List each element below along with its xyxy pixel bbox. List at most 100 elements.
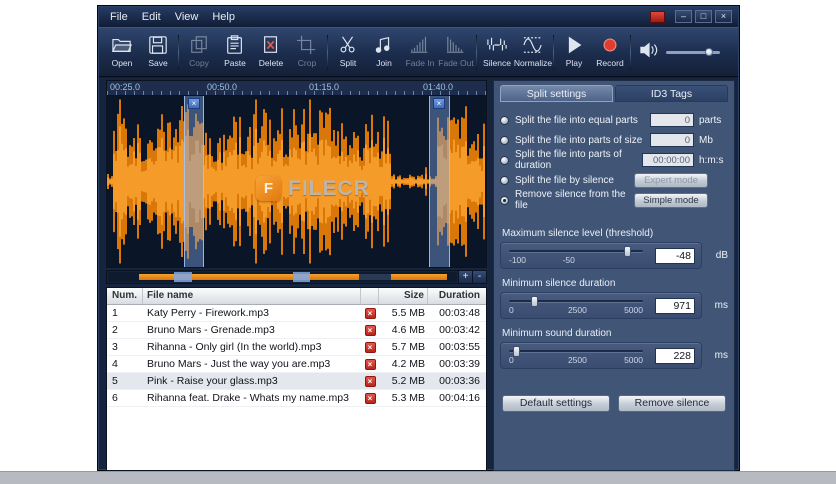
header-duration[interactable]: Duration	[428, 288, 486, 304]
menu-edit[interactable]: Edit	[142, 11, 161, 23]
zoom-in-button[interactable]: +	[458, 271, 472, 283]
open-button[interactable]: Open	[104, 31, 140, 74]
titlebar-red-button[interactable]	[650, 10, 665, 23]
slider-track[interactable]	[509, 246, 643, 257]
header-size[interactable]: Size	[379, 288, 428, 304]
file-row[interactable]: 1 Katy Perry - Firework.mp3 × 5.5 MB 00:…	[107, 305, 486, 322]
remove-file-icon[interactable]: ×	[364, 375, 376, 387]
minimize-button[interactable]: –	[675, 10, 692, 23]
file-list-header[interactable]: Num. File name Size Duration	[107, 288, 486, 305]
remove-file-icon[interactable]: ×	[364, 392, 376, 404]
radio-checked-icon[interactable]	[500, 195, 509, 205]
min-silence-unit: ms	[714, 300, 728, 311]
slider-track[interactable]	[509, 296, 643, 307]
radio-icon[interactable]	[500, 115, 509, 125]
remove-file-icon[interactable]: ×	[364, 358, 376, 370]
fade-out-button[interactable]: Fade Out	[438, 31, 474, 74]
fade-in-icon	[409, 33, 431, 57]
file-size-cell: 5.7 MB	[391, 341, 425, 353]
tab-id3-tags[interactable]: ID3 Tags	[615, 85, 728, 102]
record-button[interactable]: Record	[592, 31, 628, 74]
option-label: Split the file into parts of size	[515, 134, 643, 146]
file-size-cell: 5.5 MB	[391, 307, 425, 319]
marker-close-icon[interactable]: ×	[188, 98, 200, 109]
volume-slider[interactable]	[666, 48, 720, 56]
min-silence-value[interactable]	[655, 298, 695, 314]
option-split-by-silence[interactable]: Split the file by silence Expert mode	[500, 170, 728, 190]
close-button[interactable]: ×	[715, 10, 732, 23]
slider-track[interactable]	[509, 346, 643, 357]
option-unit: Mb	[699, 134, 713, 146]
min-sound-value[interactable]	[655, 348, 695, 364]
radio-icon[interactable]	[500, 175, 509, 185]
save-floppy-icon	[147, 33, 169, 57]
fade-in-button[interactable]: Fade In	[402, 31, 438, 74]
zoom-out-button[interactable]: -	[472, 271, 486, 283]
maximize-button[interactable]: □	[695, 10, 712, 23]
settings-panel: Split settings ID3 Tags Split the file i…	[493, 80, 735, 471]
paste-button[interactable]: Paste	[217, 31, 253, 74]
file-row[interactable]: 6 Rihanna feat. Drake - Whats my name.mp…	[107, 390, 486, 407]
copy-button[interactable]: Copy	[181, 31, 217, 74]
file-row[interactable]: 3 Rihanna - Only girl (In the world).mp3…	[107, 339, 486, 356]
time-tick: 01:15.0	[309, 82, 340, 92]
remove-file-icon[interactable]: ×	[364, 341, 376, 353]
timeline-ruler[interactable]: 00:25.0 00:50.0 01:15.0 01:40.0	[106, 80, 487, 95]
file-size-cell: 4.6 MB	[391, 324, 425, 336]
settings-tabs: Split settings ID3 Tags	[500, 85, 728, 102]
radio-icon[interactable]	[500, 135, 509, 145]
overview-strip[interactable]	[108, 272, 457, 282]
radio-icon[interactable]	[500, 155, 509, 165]
option-split-equal-parts[interactable]: Split the file into equal parts parts	[500, 110, 728, 130]
file-row[interactable]: 5 Pink - Raise your glass.mp3 × 5.2 MB 0…	[107, 373, 486, 390]
music-notes-icon	[373, 33, 395, 57]
remove-file-icon[interactable]: ×	[364, 307, 376, 319]
editor-column: 00:25.0 00:50.0 01:15.0 01:40.0 × × F FI…	[106, 80, 487, 471]
file-name-cell: Katy Perry - Firework.mp3	[147, 307, 269, 319]
delete-button[interactable]: Delete	[253, 31, 289, 74]
file-row[interactable]: 4 Bruno Mars - Just the way you are.mp3 …	[107, 356, 486, 373]
part-size-input[interactable]	[650, 133, 694, 147]
split-button[interactable]: Split	[330, 31, 366, 74]
menu-help[interactable]: Help	[212, 11, 235, 23]
selection-band[interactable]	[184, 96, 204, 267]
open-label: Open	[111, 58, 133, 68]
simple-mode-button[interactable]: Simple mode	[634, 192, 708, 208]
menu-view[interactable]: View	[175, 11, 199, 23]
equal-parts-input[interactable]	[650, 113, 694, 127]
header-filename[interactable]: File name	[143, 288, 361, 304]
record-icon	[599, 33, 621, 57]
file-list: Num. File name Size Duration 1 Katy Perr…	[106, 287, 487, 471]
crop-button[interactable]: Crop	[289, 31, 325, 74]
file-name-cell: Rihanna feat. Drake - Whats my name.mp3	[147, 392, 349, 404]
play-button[interactable]: Play	[556, 31, 592, 74]
split-label: Split	[339, 58, 357, 68]
normalize-button[interactable]: Normalize	[514, 31, 552, 74]
silence-button[interactable]: Silence	[479, 31, 515, 74]
menu-file[interactable]: File	[110, 11, 128, 23]
selection-band[interactable]	[429, 96, 450, 267]
option-remove-silence[interactable]: Remove silence from the file Simple mode	[500, 189, 728, 211]
save-button[interactable]: Save	[140, 31, 176, 74]
part-duration-input[interactable]	[642, 153, 694, 167]
remove-file-icon[interactable]: ×	[364, 324, 376, 336]
file-duration-cell: 00:03:48	[439, 307, 480, 319]
waveform-overview-scrollbar[interactable]: + -	[106, 270, 487, 284]
time-tick: 01:40.0	[423, 82, 454, 92]
waveform-display[interactable]: × ×	[106, 95, 487, 268]
marker-close-icon[interactable]: ×	[433, 98, 445, 109]
min-sound-duration-label: Minimum sound duration	[502, 328, 612, 339]
volume-slider-handle[interactable]	[704, 48, 713, 56]
expert-mode-button[interactable]: Expert mode	[634, 172, 708, 188]
join-button[interactable]: Join	[366, 31, 402, 74]
option-split-by-duration[interactable]: Split the file into parts of duration h:…	[500, 149, 728, 171]
header-num[interactable]: Num.	[107, 288, 143, 304]
file-num-cell: 3	[112, 341, 118, 353]
option-split-by-size[interactable]: Split the file into parts of size Mb	[500, 130, 728, 150]
remove-silence-button[interactable]: Remove silence	[618, 395, 726, 412]
file-row[interactable]: 2 Bruno Mars - Grenade.mp3 × 4.6 MB 00:0…	[107, 322, 486, 339]
silence-level-value[interactable]	[655, 248, 695, 264]
tab-split-settings[interactable]: Split settings	[500, 85, 613, 102]
file-size-cell: 4.2 MB	[391, 358, 425, 370]
default-settings-button[interactable]: Default settings	[502, 395, 610, 412]
